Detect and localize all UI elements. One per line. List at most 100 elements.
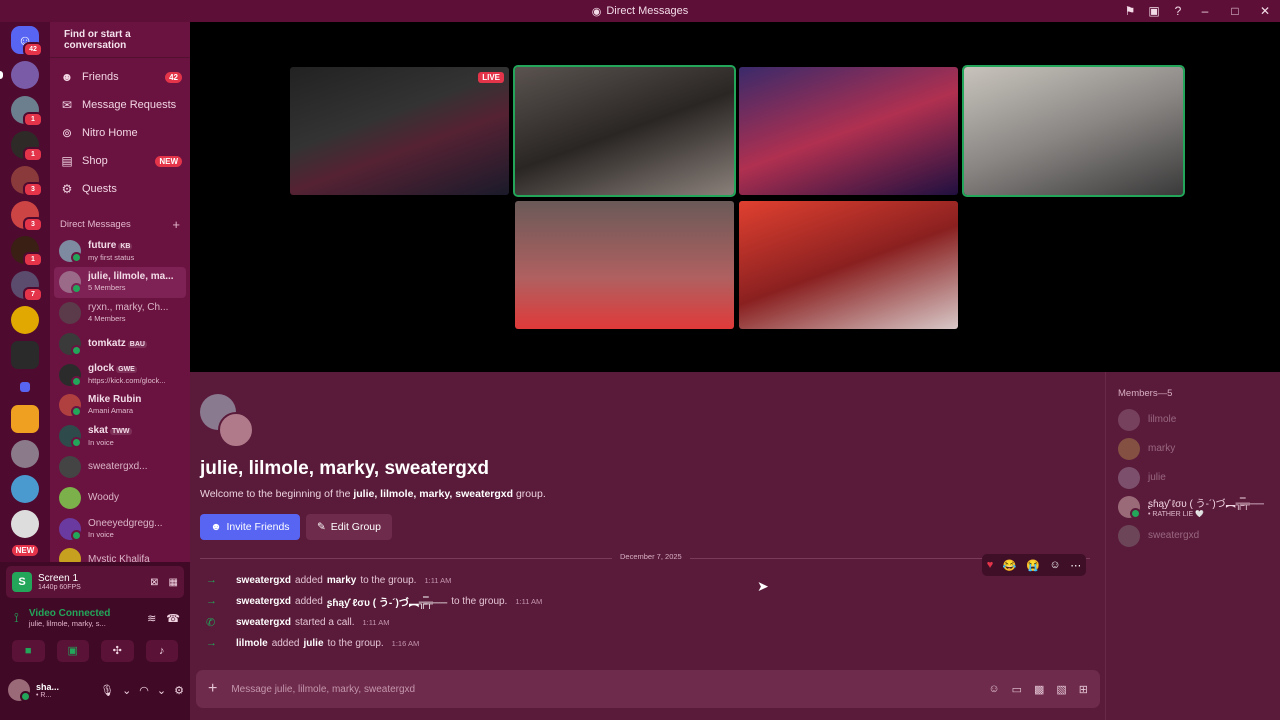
camera-button[interactable]: ■: [12, 640, 45, 662]
user-avatar[interactable]: [8, 679, 31, 702]
server-folder-icon[interactable]: [20, 382, 30, 392]
server-icon[interactable]: [0, 61, 39, 89]
chevron-down-icon[interactable]: ⌄: [122, 684, 131, 697]
inbox-flag-icon[interactable]: ⚑: [1118, 4, 1142, 18]
chevron-down-icon[interactable]: ⌄: [157, 684, 166, 697]
dm-status: 4 Members: [88, 313, 126, 323]
video-tile[interactable]: [739, 67, 958, 195]
video-tile[interactable]: [739, 201, 958, 329]
help-icon[interactable]: ?: [1166, 4, 1190, 18]
dm-item[interactable]: glock GWE https://kick.com/glock...: [50, 359, 190, 390]
voice-panel: S Screen 1 1440p 60FPS ⊠ ▦ ⟟ Video Conne…: [0, 562, 190, 720]
dm-item[interactable]: ryxn., marky, Ch... 4 Members: [50, 298, 190, 329]
emoji-icon[interactable]: ☺: [988, 683, 999, 696]
edit-group-button[interactable]: ✎ Edit Group: [306, 514, 392, 540]
video-tile[interactable]: [515, 201, 734, 329]
system-message: → lilmole added julie to the group. 1:16 AM: [206, 637, 420, 649]
dm-item[interactable]: Oneeyedgregg... In voice: [50, 513, 190, 544]
add-reaction-icon[interactable]: ☺: [1049, 559, 1060, 571]
date-divider: December 7, 2025: [200, 552, 1090, 564]
member-item[interactable]: ʂɦąƴ ℓσυ ( う-´)づ︻╦̵̵̿╤── • RATHER LIE 🤍: [1106, 492, 1280, 521]
minimize-button[interactable]: –: [1190, 4, 1220, 18]
dm-item[interactable]: sweatergxd...: [50, 452, 190, 483]
attach-plus-icon[interactable]: +: [208, 680, 217, 698]
avatar: [59, 548, 81, 562]
disconnect-icon[interactable]: ☎: [166, 612, 180, 625]
dm-name: glock GWE: [88, 363, 137, 375]
stop-stream-icon[interactable]: ⊠: [150, 577, 158, 588]
discord-logo-icon: ◉: [591, 5, 602, 18]
laugh-reaction-icon[interactable]: 😂: [1003, 559, 1017, 572]
server-icon[interactable]: 3: [11, 201, 43, 232]
image-icon[interactable]: ▧: [1056, 683, 1066, 696]
server-icon[interactable]: 1: [11, 96, 43, 127]
screen-share-button[interactable]: ▣: [56, 640, 89, 662]
soundboard-button[interactable]: ♪: [145, 640, 178, 662]
cry-reaction-icon[interactable]: 😭: [1026, 559, 1040, 572]
find-conversation-button[interactable]: Find or start a conversation: [50, 22, 190, 58]
invite-friends-button[interactable]: ☻ Invite Friends: [200, 514, 300, 540]
server-icon[interactable]: 7: [11, 271, 43, 302]
member-item[interactable]: julie: [1106, 463, 1280, 492]
nav-message-requests[interactable]: ✉ Message Requests: [50, 91, 190, 119]
dm-status: In voice: [88, 437, 114, 447]
video-stage: LIVE: [190, 22, 1280, 372]
dm-item[interactable]: Mike Rubin Amani Amara: [50, 390, 190, 421]
heart-reaction-icon[interactable]: ♥: [987, 559, 994, 571]
microphone-icon[interactable]: 🎙︎: [100, 684, 114, 697]
server-icon[interactable]: [11, 475, 39, 503]
create-dm-plus-icon[interactable]: +: [172, 217, 180, 232]
gear-icon[interactable]: ⚙: [174, 684, 184, 697]
stream-tile[interactable]: LIVE: [290, 67, 509, 195]
message-input[interactable]: Message julie, lilmole, marky, sweatergx…: [231, 684, 974, 695]
server-icon[interactable]: [11, 405, 39, 433]
add-user-icon: ☻: [210, 521, 222, 533]
user-status: • R...: [36, 691, 52, 699]
dm-item[interactable]: skat TWW In voice: [50, 421, 190, 452]
dm-name: Oneeyedgregg...: [88, 517, 163, 529]
headphones-icon[interactable]: ◠: [139, 684, 149, 697]
gift-icon[interactable]: ⊞: [1079, 683, 1088, 696]
dm-item[interactable]: tomkatz BAU: [50, 328, 190, 359]
dm-name: Woody: [88, 492, 119, 504]
avatar: [1118, 408, 1140, 431]
message-composer[interactable]: + Message julie, lilmole, marky, sweater…: [196, 670, 1100, 708]
noise-suppression-icon[interactable]: ≋: [147, 612, 156, 625]
server-icon[interactable]: 1: [11, 131, 43, 162]
dm-item[interactable]: future KB my first status: [50, 236, 190, 267]
member-item[interactable]: sweatergxd: [1106, 521, 1280, 550]
inbox-icon[interactable]: ▣: [1142, 4, 1166, 18]
member-item[interactable]: lilmole: [1106, 405, 1280, 434]
screen-share-row[interactable]: S Screen 1 1440p 60FPS ⊠ ▦: [6, 566, 184, 598]
nav-friends[interactable]: ☻ Friends 42: [50, 63, 190, 91]
voice-status[interactable]: Video Connected: [29, 608, 111, 619]
gif-icon[interactable]: ▭: [1012, 683, 1022, 696]
server-icon[interactable]: [11, 306, 39, 334]
sticker-icon[interactable]: ▩: [1034, 683, 1044, 696]
nav-shop[interactable]: ▤ Shop NEW: [50, 147, 190, 175]
dm-item[interactable]: Woody: [50, 482, 190, 513]
home-button[interactable]: ☺ 42: [11, 26, 43, 57]
activities-button[interactable]: ✣: [101, 640, 134, 662]
server-folder-icon[interactable]: [11, 341, 39, 369]
stream-settings-icon[interactable]: ▦: [169, 577, 178, 588]
server-icon[interactable]: [11, 440, 39, 468]
dm-name: ryxn., marky, Ch...: [88, 301, 169, 313]
server-icon[interactable]: [11, 510, 39, 538]
mouse-cursor-icon: ➤: [757, 578, 769, 594]
nav-quests[interactable]: ⚙ Quests: [50, 175, 190, 203]
server-icon[interactable]: 1: [11, 236, 43, 267]
member-item[interactable]: marky: [1106, 434, 1280, 463]
maximize-button[interactable]: □: [1220, 4, 1250, 18]
more-options-icon[interactable]: ⋯: [1070, 559, 1081, 572]
server-icon[interactable]: 3: [11, 166, 43, 197]
avatar: [59, 455, 81, 478]
video-tile[interactable]: [962, 65, 1185, 197]
title-bar: ◉ Direct Messages ⚑ ▣ ? – □ ✕: [0, 0, 1280, 22]
voice-channel[interactable]: julie, lilmole, marky, s...: [29, 619, 111, 628]
video-tile[interactable]: [513, 65, 736, 197]
dm-item[interactable]: Mystic Khalifa: [50, 544, 190, 562]
dm-item-active[interactable]: julie, lilmole, ma... 5 Members: [54, 266, 186, 298]
nav-nitro-home[interactable]: ⊚ Nitro Home: [50, 119, 190, 147]
close-button[interactable]: ✕: [1250, 4, 1280, 18]
